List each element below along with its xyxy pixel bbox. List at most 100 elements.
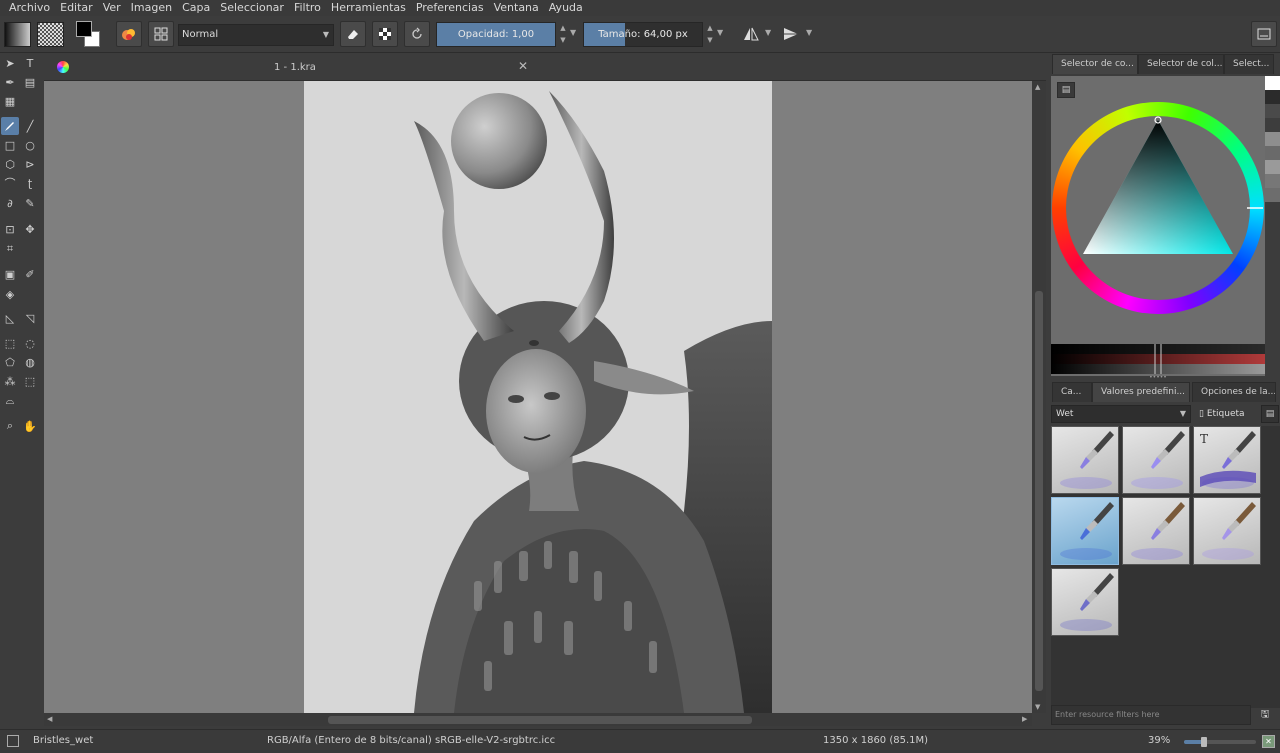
assistant-tool-icon[interactable]: ◹ — [21, 309, 39, 327]
measure-tool-icon[interactable]: ◺ — [1, 309, 19, 327]
scroll-up-icon[interactable]: ▲ — [1035, 83, 1040, 91]
tag-select[interactable]: Wet ▼ — [1051, 405, 1191, 423]
dock-splitter[interactable]: ••••• — [1051, 375, 1265, 381]
advanced-color-selector[interactable]: ▤ — [1051, 76, 1265, 376]
tab-color-selector-1[interactable]: Selector de co... — [1052, 54, 1138, 74]
zoom-tool-icon[interactable]: ⌕ — [1, 417, 19, 435]
brush-preset-tile[interactable] — [1051, 568, 1119, 636]
zoom-slider-handle[interactable] — [1201, 737, 1208, 747]
reload-preset-icon[interactable] — [404, 21, 430, 47]
size-spin[interactable]: ▲ ▼ — [704, 22, 716, 47]
brush-preset-tile[interactable] — [1122, 426, 1190, 494]
tab-selector-3[interactable]: Select... — [1224, 54, 1274, 74]
freehand-path-icon[interactable]: ʈ — [21, 174, 39, 192]
brush-preset-tile[interactable] — [1122, 497, 1190, 565]
color-history-swatch[interactable] — [1265, 188, 1280, 202]
blend-mode-select[interactable]: Normal ▼ — [178, 24, 334, 46]
close-icon[interactable]: ✕ — [518, 59, 528, 73]
pattern-selector[interactable] — [37, 22, 64, 47]
rect-select-icon[interactable]: ⬚ — [1, 334, 19, 352]
edit-shapes-icon[interactable]: ✒ — [1, 73, 19, 91]
canvas-area[interactable] — [44, 81, 1032, 713]
menu-item-ayuda[interactable]: Ayuda — [544, 0, 588, 16]
color-history-swatch[interactable] — [1265, 104, 1280, 118]
mirror-horizontal-icon[interactable] — [738, 21, 764, 47]
vertical-scrollbar[interactable]: ▲ ▼ — [1032, 81, 1046, 713]
color-history-swatch[interactable] — [1265, 174, 1280, 188]
gradient-selector[interactable] — [4, 22, 31, 47]
menu-item-ventana[interactable]: Ventana — [489, 0, 544, 16]
gradient-tool-icon[interactable]: ▣ — [1, 265, 19, 283]
menu-item-editar[interactable]: Editar — [55, 0, 98, 16]
polyline-tool-icon[interactable]: ⊳ — [21, 155, 39, 173]
select-shapes-icon[interactable]: ➤ — [1, 54, 19, 72]
ellipse-tool-icon[interactable]: ○ — [21, 136, 39, 154]
menu-item-ver[interactable]: Ver — [98, 0, 126, 16]
tab-tool-options[interactable]: Opciones de la... — [1192, 382, 1276, 402]
magnetic-select-icon[interactable]: ⌓ — [1, 392, 19, 410]
freehand-brush-icon[interactable] — [1, 117, 19, 135]
menu-item-archivo[interactable]: Archivo — [4, 0, 55, 16]
menu-item-capa[interactable]: Capa — [177, 0, 215, 16]
polygon-tool-icon[interactable]: ⬡ — [1, 155, 19, 173]
size-slider[interactable]: Tamaño: 64,00 px — [583, 22, 703, 47]
toolbar-settings-icon[interactable] — [1251, 21, 1277, 47]
canvas-only-icon[interactable]: ✕ — [1262, 735, 1275, 748]
preserve-alpha-icon[interactable] — [372, 21, 398, 47]
fg-bg-color-selector[interactable] — [76, 21, 102, 49]
color-history-swatch[interactable] — [1265, 132, 1280, 146]
similar-select-icon[interactable]: ⬚ — [21, 372, 39, 390]
preset-view-menu-icon[interactable]: ▤ — [1261, 405, 1279, 423]
color-history-swatch[interactable] — [1265, 146, 1280, 160]
transform-tool-icon[interactable]: ⊡ — [1, 220, 19, 238]
menu-item-filtro[interactable]: Filtro — [289, 0, 326, 16]
calligraphy-icon[interactable]: ▤ — [21, 73, 39, 91]
scroll-down-icon[interactable]: ▼ — [1035, 703, 1040, 711]
save-icon[interactable]: 🖫 — [1256, 706, 1274, 724]
scroll-left-icon[interactable]: ◀ — [47, 715, 52, 723]
dynamic-brush-icon[interactable]: ∂ — [1, 194, 19, 212]
eraser-icon[interactable] — [340, 21, 366, 47]
chevron-down-icon[interactable]: ▼ — [570, 28, 576, 37]
brush-preset-tile[interactable] — [1051, 426, 1119, 494]
brush-preset-icon[interactable] — [116, 21, 142, 47]
chevron-down-icon[interactable]: ▼ — [717, 28, 723, 37]
ellipse-select-icon[interactable]: ◌ — [21, 334, 39, 352]
polygon-select-icon[interactable]: ⬠ — [1, 353, 19, 371]
status-zoom[interactable]: 39% — [1148, 735, 1170, 746]
menu-item-imagen[interactable]: Imagen — [126, 0, 177, 16]
color-history[interactable] — [1265, 76, 1280, 236]
color-sliders[interactable] — [1051, 344, 1265, 374]
chevron-down-icon[interactable]: ▼ — [765, 28, 771, 37]
brush-preset-tile[interactable]: T — [1193, 426, 1261, 494]
menu-item-herramientas[interactable]: Herramientas — [326, 0, 411, 16]
brush-editor-icon[interactable] — [148, 21, 174, 47]
vertical-scroll-thumb[interactable] — [1035, 291, 1043, 691]
brush-preset-tile[interactable] — [1193, 497, 1261, 565]
color-picker-icon[interactable]: ✐ — [21, 265, 39, 283]
resource-filter-input[interactable]: Enter resource filters here — [1051, 705, 1251, 725]
mirror-vertical-icon[interactable] — [778, 21, 804, 47]
color-history-swatch[interactable] — [1265, 76, 1280, 90]
document-tab-title[interactable]: 1 - 1.kra — [274, 62, 316, 73]
chevron-down-icon[interactable]: ▼ — [806, 28, 812, 37]
tab-brush-presets[interactable]: Valores predefini... — [1092, 382, 1190, 402]
tab-canvas[interactable]: Ca... — [1052, 382, 1092, 402]
color-history-swatch[interactable] — [1265, 160, 1280, 174]
scroll-right-icon[interactable]: ▶ — [1022, 715, 1027, 723]
text-tool-icon[interactable]: T — [21, 54, 39, 72]
pattern-edit-icon[interactable]: ▦ — [1, 92, 19, 110]
fill-tool-icon[interactable]: ◈ — [1, 285, 19, 303]
crop-tool-icon[interactable]: ⌗ — [1, 240, 19, 258]
pan-tool-icon[interactable]: ✋ — [21, 417, 39, 435]
horizontal-scroll-thumb[interactable] — [328, 716, 752, 724]
rectangle-tool-icon[interactable]: □ — [1, 136, 19, 154]
brush-preset-tile[interactable] — [1051, 497, 1119, 565]
tag-filter-button[interactable]: ▯ Etiqueta — [1199, 405, 1253, 423]
color-history-swatch[interactable] — [1265, 118, 1280, 132]
canvas-painting[interactable] — [304, 81, 772, 713]
color-wheel[interactable] — [1051, 76, 1265, 342]
line-tool-icon[interactable]: ╱ — [21, 117, 39, 135]
foreground-color[interactable] — [76, 21, 92, 37]
multibrush-icon[interactable]: ✎ — [21, 194, 39, 212]
